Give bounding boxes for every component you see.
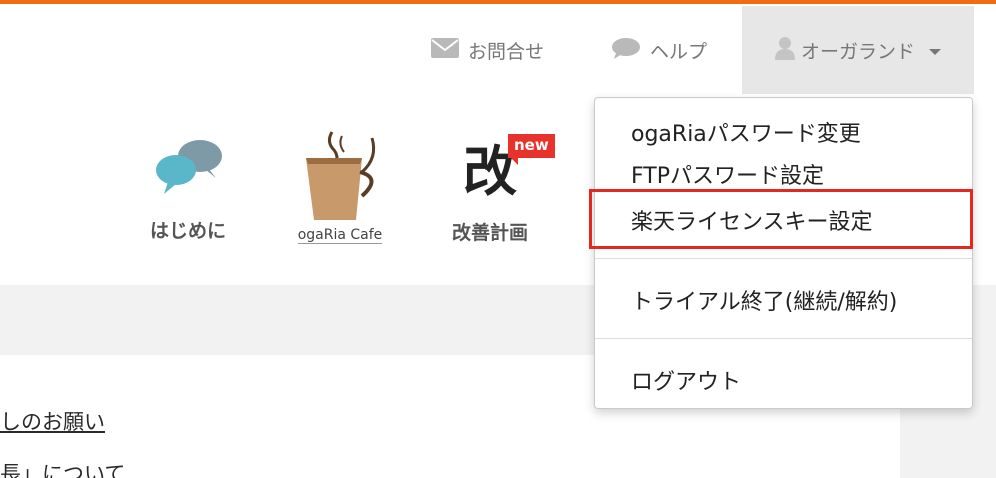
cafe-logo-text: ogaRia Cafe xyxy=(297,227,383,244)
contact-link[interactable]: お問合せ xyxy=(430,34,544,66)
user-menu-button[interactable]: オーガランド xyxy=(742,6,974,94)
new-badge: new xyxy=(508,134,555,165)
menu-item-ftp-password[interactable]: FTPパスワード設定 xyxy=(631,158,824,190)
coffee-cup-icon xyxy=(284,128,396,224)
about-link[interactable]: 長」について xyxy=(0,458,125,478)
tile-kaizen[interactable]: 改 new 改善計画 xyxy=(430,134,555,245)
tile-hajimeni-label: はじめに xyxy=(149,220,226,242)
mail-icon xyxy=(430,37,460,64)
user-icon xyxy=(774,36,795,65)
menu-divider xyxy=(595,338,972,339)
menu-item-logout[interactable]: ログアウト xyxy=(631,364,741,396)
tile-hajimeni[interactable]: はじめに xyxy=(142,130,234,243)
chevron-down-icon xyxy=(929,49,941,55)
speech-bubble-icon xyxy=(610,36,642,65)
notice-link[interactable]: しのお願い xyxy=(0,406,105,436)
speech-bubbles-icon xyxy=(142,130,234,202)
menu-item-trial-end[interactable]: トライアル終了(継続/解約) xyxy=(631,284,897,316)
user-name-label: オーガランド xyxy=(800,40,915,63)
menu-divider xyxy=(595,258,972,259)
user-dropdown-menu: ogaRiaパスワード変更 FTPパスワード設定 楽天ライセンスキー設定 トライ… xyxy=(589,97,973,409)
help-label: ヘルプ xyxy=(650,40,708,63)
accent-top-bar xyxy=(0,0,996,4)
tile-kaizen-label: 改善計画 xyxy=(451,222,528,244)
help-link[interactable]: ヘルプ xyxy=(610,34,707,66)
contact-label: お問合せ xyxy=(468,40,545,63)
tile-ogaria-cafe[interactable]: ogaRia Cafe xyxy=(284,128,396,244)
menu-item-ogaria-password[interactable]: ogaRiaパスワード変更 xyxy=(631,116,861,148)
menu-item-rakuten-license[interactable]: 楽天ライセンスキー設定 xyxy=(631,204,873,236)
